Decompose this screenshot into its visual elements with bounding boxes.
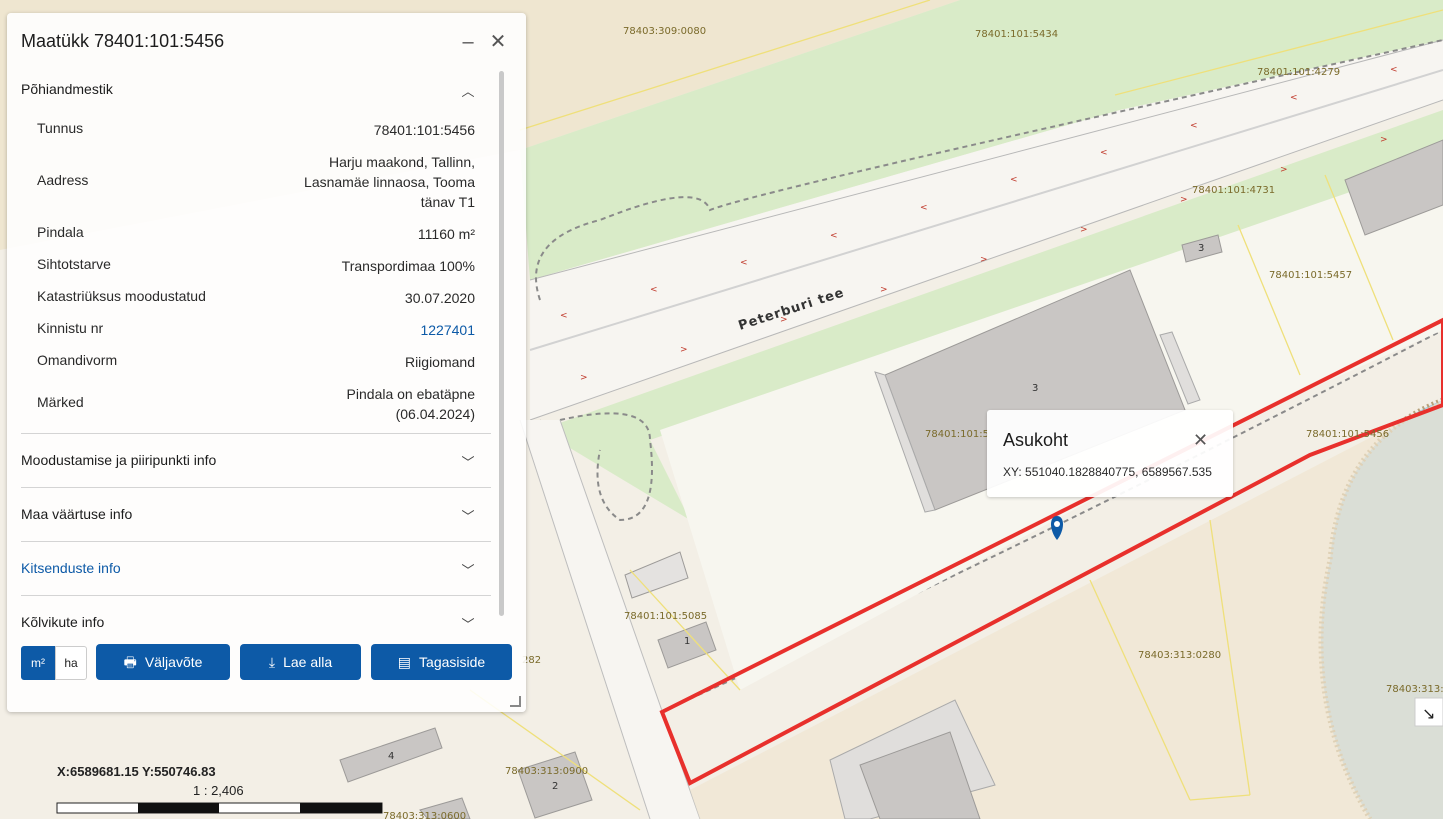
panel-scrollbar[interactable] <box>499 71 504 616</box>
row-key: Märked <box>37 394 84 410</box>
note-line: Pindala on ebatäpne <box>346 386 475 402</box>
chevron-down-icon[interactable]: ﹀ <box>460 614 476 632</box>
row-key: Omandivorm <box>37 352 118 368</box>
svg-text:>: > <box>980 255 988 265</box>
download-icon: ⤓ <box>268 654 276 670</box>
popup-close-icon[interactable]: ✕ <box>1193 430 1208 451</box>
svg-text:>: > <box>1080 225 1088 235</box>
section-kitsenduste[interactable]: Kitsenduste info <box>21 560 121 576</box>
popup-coordinates: XY: 551040.1828840775, 6589567.535 <box>1003 465 1212 479</box>
parcel-label: 78401:101:5 <box>925 429 989 440</box>
scale-label: 1 : 2,406 <box>193 783 244 798</box>
kinnistu-link[interactable]: 1227401 <box>420 320 475 340</box>
parcel-label: 78401:101:4279 <box>1257 67 1340 78</box>
svg-text:<: < <box>1190 121 1198 131</box>
row-value: 30.07.2020 <box>404 290 475 306</box>
svg-text:<: < <box>1100 148 1108 158</box>
svg-text:>: > <box>1380 135 1388 145</box>
section-moodustamise[interactable]: Moodustamise ja piiripunkti info <box>21 452 216 468</box>
row-key: Tunnus <box>37 120 84 136</box>
parcel-label: 78401:101:5085 <box>624 611 707 622</box>
address-line: Harju maakond, Tallinn, <box>328 154 475 170</box>
row-value: 11160 m² <box>417 226 475 242</box>
chevron-down-icon[interactable]: ﹀ <box>460 452 476 470</box>
svg-text:<: < <box>920 203 928 213</box>
unit-m2-toggle[interactable]: m² <box>21 646 55 680</box>
section-kolvikute[interactable]: Kõlvikute info <box>21 614 104 630</box>
row-aadress: Aadress Harju maakond, Tallinn, Lasnamäe… <box>37 152 475 212</box>
building-number: 3 <box>1032 383 1038 394</box>
minimize-icon[interactable]: – <box>457 31 479 53</box>
valjavote-button[interactable]: 🖶 Väljavõte <box>96 644 230 680</box>
note-line: (06.04.2024) <box>395 406 475 422</box>
row-value: Harju maakond, Tallinn, Lasnamäe linnaos… <box>304 152 475 212</box>
resize-handle[interactable] <box>510 696 521 707</box>
svg-text:<: < <box>1010 175 1018 185</box>
svg-text:<: < <box>1390 65 1398 75</box>
lae-alla-button[interactable]: ⤓ Lae alla <box>240 644 361 680</box>
parcel-label: 78401:101:5457 <box>1269 270 1352 281</box>
svg-text:<: < <box>560 311 568 321</box>
divider <box>21 487 491 488</box>
divider <box>21 433 491 434</box>
scale-bar <box>56 802 383 814</box>
parcel-label: 78401:101:4731 <box>1192 185 1275 196</box>
svg-text:>: > <box>880 285 888 295</box>
feedback-icon: ▤ <box>397 654 412 670</box>
divider <box>21 595 491 596</box>
section-maa-vaartuse[interactable]: Maa väärtuse info <box>21 506 132 522</box>
parcel-label: 78403:313:0600 <box>383 811 466 819</box>
unit-ha-toggle[interactable]: ha <box>55 646 87 680</box>
section-pohiandmestik[interactable]: Põhiandmestik <box>21 81 113 97</box>
address-line: Lasnamäe linnaosa, Tooma <box>304 174 475 190</box>
row-value: Transpordimaa 100% <box>341 258 475 274</box>
parcel-info-panel: Maatükk 78401:101:5456 – ✕ Põhiandmestik… <box>7 13 526 712</box>
svg-text:>: > <box>580 373 588 383</box>
divider <box>21 541 491 542</box>
row-markad: Märked Pindala on ebatäpne (06.04.2024) <box>37 384 475 424</box>
chevron-up-icon[interactable]: ︿ <box>460 81 476 99</box>
svg-text:<: < <box>830 231 838 241</box>
row-value: 78401:101:5456 <box>373 122 475 138</box>
row-key: Sihtotstarve <box>37 256 111 272</box>
close-icon[interactable]: ✕ <box>487 31 509 53</box>
building-number: 1 <box>684 636 690 647</box>
popup-title: Asukoht <box>1003 430 1069 450</box>
svg-text:<: < <box>1290 93 1298 103</box>
cursor-coordinates: X:6589681.15 Y:550746.83 <box>57 764 216 779</box>
svg-text:↘: ↘ <box>1422 704 1435 723</box>
valjavote-label: Väljavõte <box>144 654 203 670</box>
building-number: 3 <box>1198 243 1204 254</box>
row-value: Pindala on ebatäpne (06.04.2024) <box>347 384 475 424</box>
row-key: Pindala <box>37 224 84 240</box>
parcel-label: 78403:313:0900 <box>505 766 588 777</box>
chevron-down-icon[interactable]: ﹀ <box>460 506 476 524</box>
parcel-label: 78403:313:0280 <box>1138 650 1221 661</box>
building-number: 2 <box>552 781 558 792</box>
svg-text:<: < <box>650 285 658 295</box>
expand-icon[interactable]: ↘ <box>1414 697 1443 727</box>
print-icon: 🖶 <box>123 654 137 670</box>
lae-alla-label: Lae alla <box>283 654 333 670</box>
building-number: 4 <box>388 751 394 762</box>
svg-text:>: > <box>680 345 688 355</box>
row-value: Riigiomand <box>404 354 475 370</box>
parcel-label: 78401:101:5434 <box>975 29 1058 40</box>
row-key: Kinnistu nr <box>37 320 104 336</box>
parcel-label: 78401:101:5456 <box>1306 429 1389 440</box>
svg-text:>: > <box>1280 165 1288 175</box>
location-popup: Asukoht ✕ XY: 551040.1828840775, 6589567… <box>987 410 1233 497</box>
address-line: tänav T1 <box>420 194 475 210</box>
chevron-down-icon[interactable]: ﹀ <box>460 560 476 578</box>
tagasiside-button[interactable]: ▤ Tagasiside <box>371 644 512 680</box>
svg-text:>: > <box>1180 195 1188 205</box>
row-key: Aadress <box>37 172 89 188</box>
parcel-label: 78403:313: <box>1386 684 1443 695</box>
panel-title: Maatükk 78401:101:5456 <box>21 31 225 51</box>
parcel-label: 78403:309:0080 <box>623 26 706 37</box>
row-key: Katastriüksus moodustatud <box>37 288 206 304</box>
tagasiside-label: Tagasiside <box>419 654 486 670</box>
svg-text:<: < <box>740 258 748 268</box>
